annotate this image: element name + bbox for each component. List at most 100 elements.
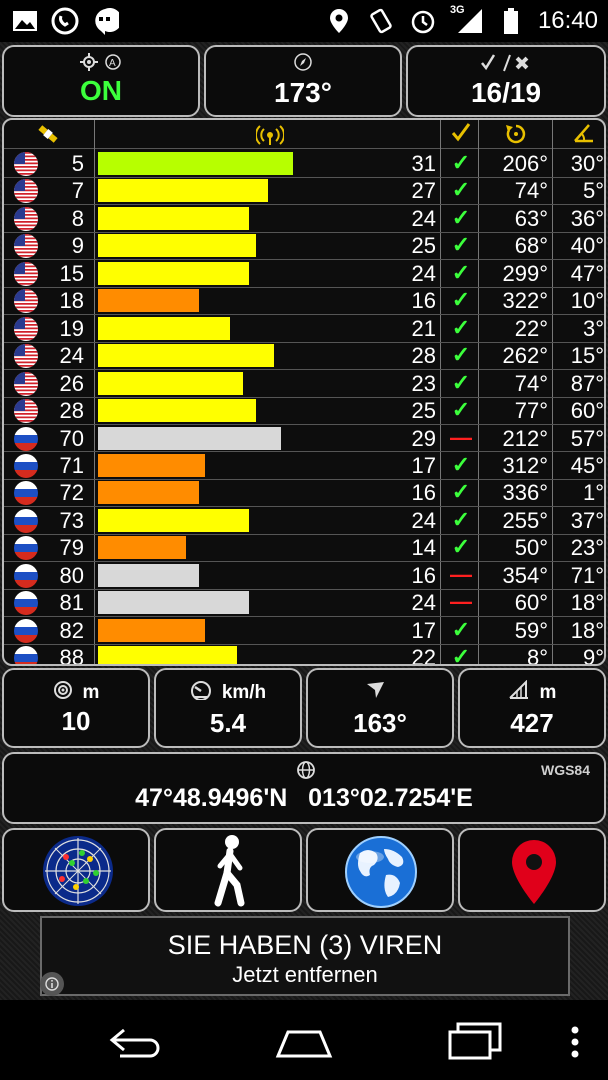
network-type: 3G xyxy=(449,4,465,16)
signal-value: 24 xyxy=(411,507,436,533)
radar-button[interactable] xyxy=(2,828,150,912)
usa-flag-icon xyxy=(14,344,38,369)
signal-value: 17 xyxy=(411,452,436,478)
walk-button[interactable] xyxy=(154,828,302,912)
gallery-icon xyxy=(10,6,40,36)
compass-icon xyxy=(206,53,400,76)
used-check-icon: ✓ xyxy=(451,644,471,666)
russia-flag-icon xyxy=(14,591,38,616)
satellite-prn: 79 xyxy=(59,535,84,561)
overflow-menu-icon[interactable] xyxy=(570,1026,580,1063)
azimuth-value: 212° xyxy=(502,425,548,451)
used-check-icon: ✓ xyxy=(451,314,471,340)
elevation-value: 18° xyxy=(570,617,604,643)
status-bar: 3G 16:40 xyxy=(0,0,608,42)
table-row: 18 16 ✓ 322° 10° xyxy=(4,287,604,315)
usa-flag-icon xyxy=(14,371,38,396)
back-icon[interactable] xyxy=(104,1026,166,1063)
heading-value: 173° xyxy=(274,77,332,108)
azimuth-value: 68° xyxy=(514,233,548,259)
signal-bar xyxy=(98,371,243,395)
signal-value: 28 xyxy=(411,343,436,369)
used-check-icon: ✓ xyxy=(451,150,471,175)
satellite-table: 5 31 ✓ 206° 30° 7 27 ✓ 74° 5° 8 24 ✓ 63° 36° 9 25 ✓ 68° 40°… xyxy=(2,118,606,666)
usa-flag-icon xyxy=(14,261,38,286)
satellite-prn: 5 xyxy=(71,151,84,176)
used-check-icon: ✓ xyxy=(451,534,471,560)
usa-flag-icon xyxy=(14,289,38,314)
speed-unit: km/h xyxy=(221,682,267,703)
signal-bar xyxy=(98,261,250,285)
altitude-box[interactable]: m 427 xyxy=(458,668,606,748)
coordinates-box[interactable]: WGS84 47°48.9496'N 013°02.7254'E xyxy=(2,752,606,824)
vibrate-icon xyxy=(366,6,396,36)
azimuth-value: 60° xyxy=(514,590,548,616)
elevation-value: 87° xyxy=(570,370,604,396)
ad-banner[interactable]: SIE HABEN (3) VIREN Jetzt entfernen xyxy=(40,916,570,996)
globe-grid-icon xyxy=(296,760,316,785)
used-check-icon: ✓ xyxy=(451,232,471,258)
speed-box[interactable]: km/h 5.4 xyxy=(154,668,302,748)
hangouts-icon xyxy=(90,6,120,36)
satellite-prn: 28 xyxy=(59,398,84,424)
unused-dash-icon: — xyxy=(450,424,472,450)
speed-label: km/h xyxy=(156,680,300,706)
gps-fix-icon: A xyxy=(4,53,198,76)
map-pin-button[interactable] xyxy=(458,828,606,912)
heading-box[interactable]: 173° xyxy=(204,45,402,117)
accuracy-box[interactable]: m 10 xyxy=(2,668,150,748)
signal-bar xyxy=(98,646,237,664)
globe-button[interactable] xyxy=(306,828,454,912)
recent-apps-icon[interactable] xyxy=(446,1020,506,1065)
used-check-icon: ✓ xyxy=(451,616,471,642)
satellite-icon xyxy=(34,124,62,149)
elevation-value: 30° xyxy=(570,151,604,176)
unused-dash-icon: — xyxy=(450,589,472,615)
table-row: 79 14 ✓ 50° 23° xyxy=(4,534,604,562)
satellite-prn: 24 xyxy=(59,343,84,369)
bearing-box[interactable]: 163° xyxy=(306,668,454,748)
signal-bar xyxy=(98,206,250,230)
altitude-icon xyxy=(508,679,530,706)
table-row: 19 21 ✓ 22° 3° xyxy=(4,315,604,343)
russia-flag-icon xyxy=(14,453,38,478)
usa-flag-icon xyxy=(14,234,38,259)
elevation-value: 60° xyxy=(570,398,604,424)
usa-flag-icon xyxy=(14,206,38,231)
azimuth-value: 50° xyxy=(514,535,548,561)
signal-bar xyxy=(98,234,256,258)
signal-value: 31 xyxy=(411,151,436,176)
table-row: 24 28 ✓ 262° 15° xyxy=(4,342,604,370)
elevation-value: 36° xyxy=(570,205,604,231)
ad-headline: SIE HABEN (3) VIREN xyxy=(167,930,443,960)
azimuth-value: 59° xyxy=(514,617,548,643)
table-row: 9 25 ✓ 68° 40° xyxy=(4,232,604,260)
elevation-value: 5° xyxy=(582,178,604,204)
azimuth-value: 8° xyxy=(526,645,548,666)
signal-bar xyxy=(98,453,206,477)
signal-value: 16 xyxy=(411,562,436,588)
gps-status-box[interactable]: A ON xyxy=(2,45,200,117)
signal-value: 16 xyxy=(411,288,436,314)
altitude-unit: m xyxy=(539,682,557,703)
russia-flag-icon xyxy=(14,646,38,664)
home-icon[interactable] xyxy=(272,1024,336,1065)
azimuth-value: 63° xyxy=(514,205,548,231)
elevation-value: 45° xyxy=(570,452,604,478)
satellite-count-box[interactable]: 16/19 xyxy=(406,45,606,117)
table-row: 8 24 ✓ 63° 36° xyxy=(4,205,604,233)
coordinates-value: 47°48.9496'N 013°02.7254'E xyxy=(135,784,473,812)
clock: 16:40 xyxy=(537,7,598,34)
azimuth-value: 206° xyxy=(502,151,548,176)
radar-icon xyxy=(42,835,114,912)
used-check-icon: ✓ xyxy=(451,342,471,368)
unused-dash-icon: — xyxy=(450,561,472,587)
elevation-value: 71° xyxy=(570,562,604,588)
signal-value: 25 xyxy=(411,398,436,424)
globe-icon xyxy=(344,835,418,914)
signal-bar xyxy=(98,481,199,505)
elevation-icon xyxy=(572,122,596,149)
walking-person-icon xyxy=(206,834,254,913)
ad-info-icon[interactable] xyxy=(40,972,64,996)
azimuth-value: 74° xyxy=(514,178,548,204)
